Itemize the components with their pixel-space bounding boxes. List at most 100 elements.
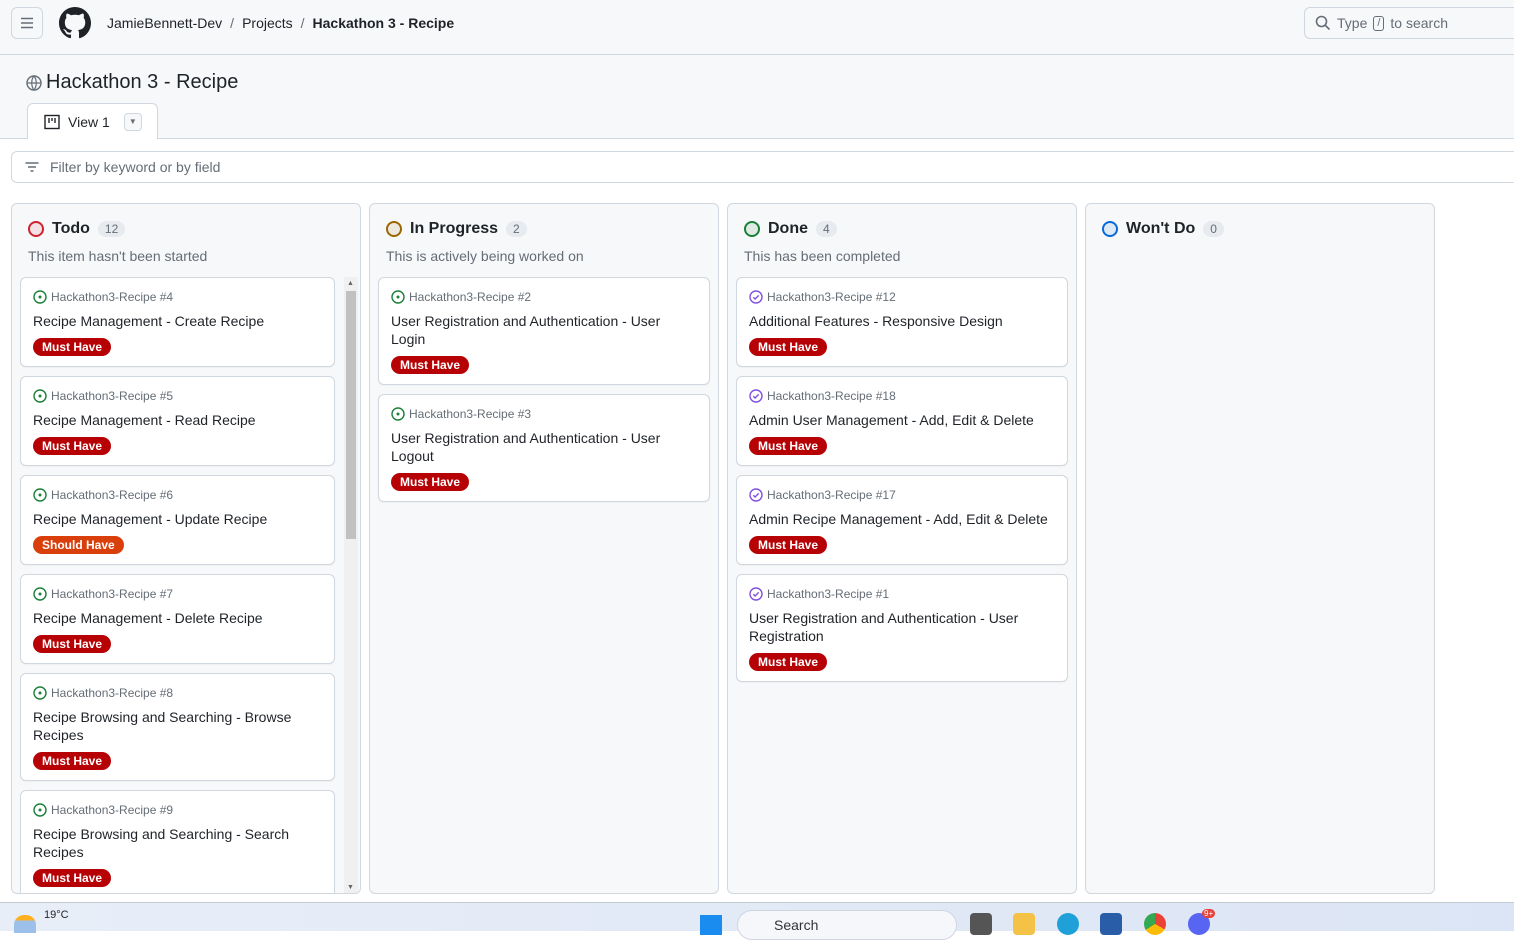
issue-title[interactable]: Admin Recipe Management - Add, Edit & De… xyxy=(749,510,1055,528)
chrome-icon[interactable] xyxy=(1144,913,1166,935)
issue-title[interactable]: Recipe Management - Update Recipe xyxy=(33,510,322,528)
issue-card[interactable]: Hackathon3-Recipe #6 Recipe Management -… xyxy=(20,475,335,565)
issue-open-icon xyxy=(33,587,47,601)
file-explorer-icon[interactable] xyxy=(1013,913,1035,935)
issue-title[interactable]: Recipe Browsing and Searching - Browse R… xyxy=(33,708,322,744)
issue-ref-text[interactable]: Hackathon3-Recipe #7 xyxy=(51,587,173,601)
edge-icon[interactable] xyxy=(1057,913,1079,935)
column-header: Won't Do 0 xyxy=(1102,220,1224,238)
page-title: Hackathon 3 - Recipe xyxy=(26,71,238,94)
scrollbar-thumb[interactable] xyxy=(346,291,356,539)
item-count: 2 xyxy=(506,221,527,237)
issue-ref-text[interactable]: Hackathon3-Recipe #2 xyxy=(409,290,531,304)
taskbar: 19°C Search 9+ xyxy=(0,902,1514,940)
priority-label: Must Have xyxy=(749,338,828,356)
priority-label: Must Have xyxy=(33,437,112,455)
issue-card[interactable]: Hackathon3-Recipe #12 Additional Feature… xyxy=(736,277,1068,367)
issue-card[interactable]: Hackathon3-Recipe #2 User Registration a… xyxy=(378,277,710,385)
issue-title[interactable]: User Registration and Authentication - U… xyxy=(391,312,697,348)
issue-card[interactable]: Hackathon3-Recipe #18 Admin User Managem… xyxy=(736,376,1068,466)
issue-card[interactable]: Hackathon3-Recipe #17 Admin Recipe Manag… xyxy=(736,475,1068,565)
issue-card[interactable]: Hackathon3-Recipe #9 Recipe Browsing and… xyxy=(20,790,335,893)
issue-reference: Hackathon3-Recipe #2 xyxy=(391,290,697,304)
issue-title[interactable]: Recipe Browsing and Searching - Search R… xyxy=(33,825,322,861)
issue-ref-text[interactable]: Hackathon3-Recipe #6 xyxy=(51,488,173,502)
column-done: Done 4 This has been completed Hackathon3… xyxy=(727,203,1077,894)
breadcrumb: JamieBennett-Dev / Projects / Hackathon 3 … xyxy=(107,15,454,31)
issue-ref-text[interactable]: Hackathon3-Recipe #18 xyxy=(767,389,896,403)
priority-label: Must Have xyxy=(33,635,112,653)
github-logo-icon[interactable] xyxy=(59,7,91,39)
issue-title[interactable]: Admin User Management - Add, Edit & Dele… xyxy=(749,411,1055,429)
search-placeholder-end: to search xyxy=(1390,15,1449,31)
scroll-down-icon[interactable]: ▼ xyxy=(347,884,354,891)
issue-open-icon xyxy=(33,488,47,502)
issue-reference: Hackathon3-Recipe #8 xyxy=(33,686,322,700)
taskbar-search[interactable]: Search xyxy=(737,910,957,940)
windows-start-icon[interactable] xyxy=(700,915,722,935)
issue-card[interactable]: Hackathon3-Recipe #4 Recipe Management -… xyxy=(20,277,335,367)
issue-reference: Hackathon3-Recipe #9 xyxy=(33,803,322,817)
issue-closed-icon xyxy=(749,290,763,304)
view-options-dropdown[interactable]: ▼ xyxy=(123,112,142,131)
issue-reference: Hackathon3-Recipe #3 xyxy=(391,407,697,421)
status-circle-icon xyxy=(1102,221,1118,237)
issue-title[interactable]: Recipe Management - Delete Recipe xyxy=(33,609,322,627)
priority-label: Must Have xyxy=(33,752,112,770)
issue-title[interactable]: User Registration and Authentication - U… xyxy=(391,429,697,465)
weather-widget[interactable]: 19°C xyxy=(14,909,69,933)
issue-ref-text[interactable]: Hackathon3-Recipe #1 xyxy=(767,587,889,601)
issue-title[interactable]: Additional Features - Responsive Design xyxy=(749,312,1055,330)
filter-input[interactable]: Filter by keyword or by field xyxy=(11,151,1514,183)
issue-closed-icon xyxy=(749,389,763,403)
item-count: 12 xyxy=(97,221,126,237)
issue-card[interactable]: Hackathon3-Recipe #8 Recipe Browsing and… xyxy=(20,673,335,781)
breadcrumb-projects[interactable]: Projects xyxy=(242,15,293,31)
search-input[interactable]: Type / to search xyxy=(1304,7,1514,39)
task-view-icon[interactable] xyxy=(970,913,992,935)
breadcrumb-separator: / xyxy=(230,15,235,31)
issue-card[interactable]: Hackathon3-Recipe #3 User Registration a… xyxy=(378,394,710,502)
column-todo: Todo 12 This item hasn't been started Hac… xyxy=(11,203,361,894)
menu-button[interactable] xyxy=(11,7,43,39)
priority-label: Must Have xyxy=(749,437,828,455)
tab-view-1[interactable]: View 1 ▼ xyxy=(27,103,158,139)
issue-card[interactable]: Hackathon3-Recipe #5 Recipe Management -… xyxy=(20,376,335,466)
issue-reference: Hackathon3-Recipe #6 xyxy=(33,488,322,502)
store-icon[interactable] xyxy=(1100,913,1122,935)
issue-ref-text[interactable]: Hackathon3-Recipe #4 xyxy=(51,290,173,304)
priority-label: Must Have xyxy=(33,869,112,887)
status-circle-icon xyxy=(744,221,760,237)
issue-ref-text[interactable]: Hackathon3-Recipe #8 xyxy=(51,686,173,700)
scrollbar[interactable]: ▲ ▼ xyxy=(344,277,358,893)
issue-ref-text[interactable]: Hackathon3-Recipe #9 xyxy=(51,803,173,817)
scroll-up-icon[interactable]: ▲ xyxy=(347,280,354,287)
column-wont-do: Won't Do 0 xyxy=(1085,203,1435,894)
issue-title[interactable]: Recipe Management - Create Recipe xyxy=(33,312,322,330)
issue-ref-text[interactable]: Hackathon3-Recipe #12 xyxy=(767,290,896,304)
column-in-progress: In Progress 2 This is actively being work… xyxy=(369,203,719,894)
column-header: Todo 12 xyxy=(28,220,126,238)
breadcrumb-current[interactable]: Hackathon 3 - Recipe xyxy=(313,15,455,31)
breadcrumb-owner[interactable]: JamieBennett-Dev xyxy=(107,15,222,31)
card-list: Hackathon3-Recipe #12 Additional Feature… xyxy=(736,277,1068,691)
filter-placeholder: Filter by keyword or by field xyxy=(50,159,221,175)
issue-ref-text[interactable]: Hackathon3-Recipe #3 xyxy=(409,407,531,421)
item-count: 0 xyxy=(1203,221,1224,237)
item-count: 4 xyxy=(816,221,837,237)
column-title: Todo xyxy=(52,220,90,237)
issue-title[interactable]: Recipe Management - Read Recipe xyxy=(33,411,322,429)
column-description: This item hasn't been started xyxy=(28,248,208,264)
issue-title[interactable]: User Registration and Authentication - U… xyxy=(749,609,1055,645)
issue-closed-icon xyxy=(749,488,763,502)
issue-reference: Hackathon3-Recipe #17 xyxy=(749,488,1055,502)
issue-open-icon xyxy=(33,803,47,817)
issue-ref-text[interactable]: Hackathon3-Recipe #17 xyxy=(767,488,896,502)
filter-icon xyxy=(25,162,39,172)
board-icon xyxy=(44,114,60,129)
priority-label: Must Have xyxy=(749,536,828,554)
issue-card[interactable]: Hackathon3-Recipe #1 User Registration a… xyxy=(736,574,1068,682)
issue-card[interactable]: Hackathon3-Recipe #7 Recipe Management -… xyxy=(20,574,335,664)
issue-ref-text[interactable]: Hackathon3-Recipe #5 xyxy=(51,389,173,403)
breadcrumb-separator: / xyxy=(300,15,305,31)
